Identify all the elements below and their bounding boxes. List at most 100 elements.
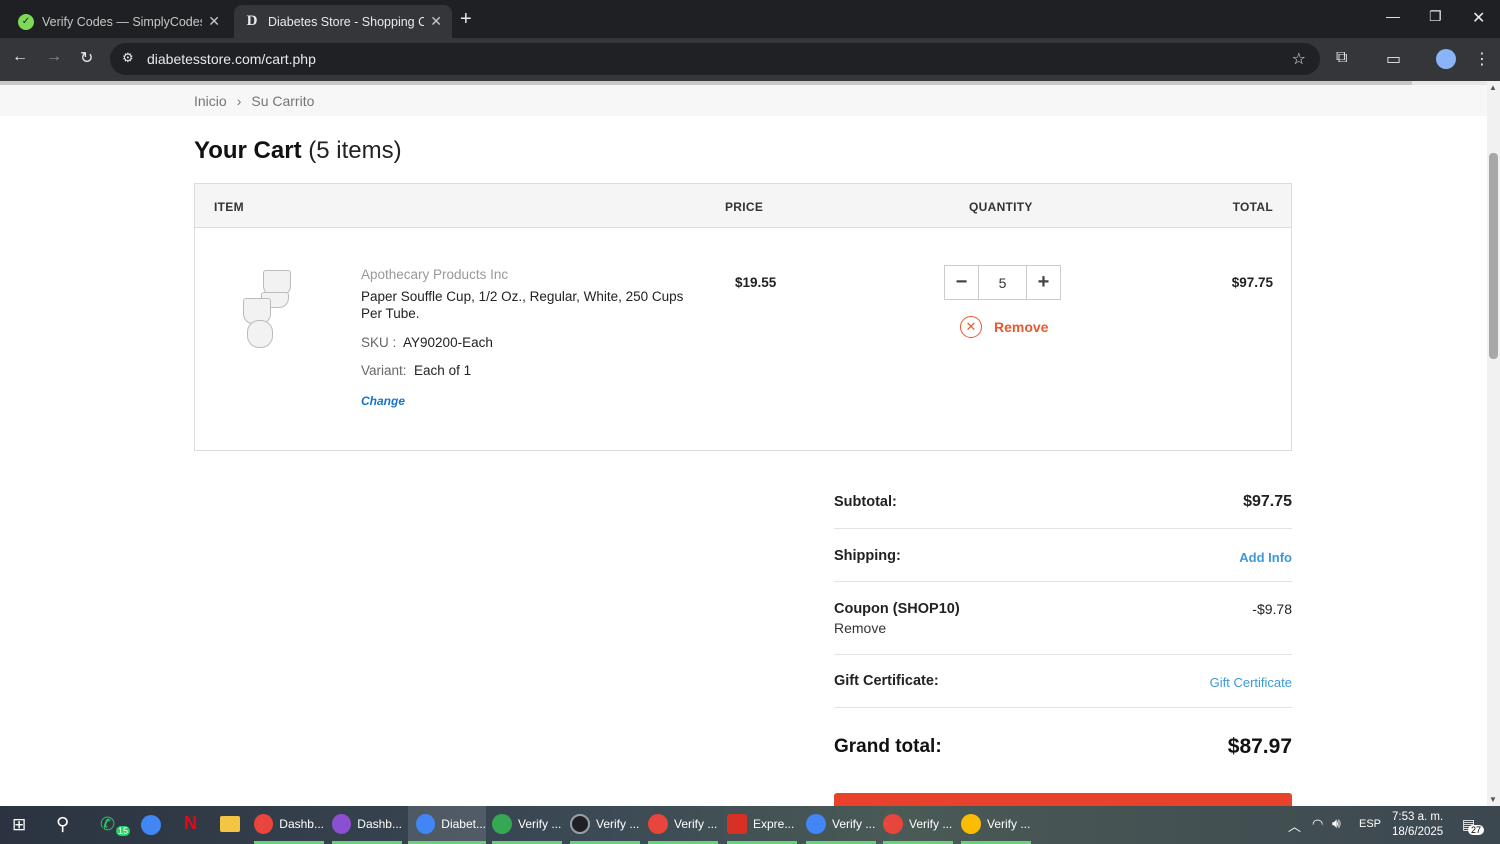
taskbar-item[interactable]: Verify ... [492,806,562,844]
shipping-row: Shipping: Add Info [834,529,1292,582]
taskbar-item[interactable]: Verify ... [648,806,718,844]
file-explorer-icon[interactable] [220,816,240,832]
restore-icon[interactable]: ❐ [1429,8,1442,25]
increase-quantity-button[interactable]: + [1027,266,1060,299]
variant-value: Each of 1 [414,363,472,378]
minimize-icon[interactable]: — [1386,8,1400,24]
column-header-quantity: QUANTITY [969,200,1033,214]
diabetes-store-favicon-icon: D [246,13,258,29]
sku-label: SKU : [361,335,397,350]
gift-certificate-link[interactable]: Gift Certificate [1210,675,1292,690]
page-scrollbar[interactable]: ▲ ▼ [1487,81,1500,806]
taskbar-item-label: Expre... [753,816,795,831]
scroll-up-arrow-icon[interactable]: ▲ [1489,83,1497,92]
media-cast-icon[interactable]: ▭ [1386,49,1401,69]
system-clock[interactable]: 7:53 a. m. 18/6/2025 [1392,810,1443,840]
tab-diabetes-store[interactable]: D Diabetes Store - Shopping Cart ✕ [234,5,452,38]
forward-icon[interactable]: → [46,48,62,66]
item-line-total: $97.75 [1231,275,1273,290]
taskbar-item-label: Verify ... [518,816,562,831]
remove-item-button[interactable]: ✕ Remove [960,316,1048,338]
quantity-input[interactable]: 5 [978,266,1027,299]
grand-total-value: $87.97 [1227,735,1292,758]
product-sku: SKU : AY90200-Each [361,335,493,350]
taskbar-item[interactable]: Verify ... [570,806,640,844]
menu-kebab-icon[interactable]: ⋮ [1474,49,1490,69]
breadcrumb: Inicio › Su Carrito [194,93,314,109]
remove-item-label: Remove [994,319,1049,335]
add-shipping-info-link[interactable]: Add Info [1239,550,1292,565]
breadcrumb-current: Su Carrito [251,93,315,109]
wifi-icon[interactable]: ◠ [1312,816,1323,832]
taskbar-item[interactable]: Expre... [727,806,797,844]
subtotal-value: $97.75 [1243,493,1292,510]
address-bar[interactable]: ⚙ diabetesstore.com/cart.php ☆ [110,43,1320,75]
taskbar-item-label: Verify ... [987,816,1031,831]
taskbar-item-label: Dashb... [279,816,324,831]
change-variant-link[interactable]: Change [361,394,405,408]
taskbar-item[interactable]: Verify ... [883,806,953,844]
notification-count-badge: 27 [1468,825,1485,835]
browser-tab-strip: ✓ Verify Codes — SimplyCodes ✕ D Diabete… [0,0,1500,38]
chrome-profile-icon [332,813,352,834]
remove-coupon-link[interactable]: Remove [834,620,886,636]
chevron-up-icon[interactable]: ︿ [1288,816,1301,835]
taskbar-item[interactable]: Verify ... [961,806,1031,844]
breadcrumb-home-link[interactable]: Inicio [194,93,227,109]
column-header-total: TOTAL [1232,200,1273,214]
checkout-button[interactable] [834,793,1292,806]
taskbar-item-active[interactable]: Diabet... [408,806,486,844]
close-tab-icon[interactable]: ✕ [208,13,220,30]
cup-shape [247,320,273,348]
scrollbar-thumb[interactable] [1489,153,1498,359]
tab-title: Verify Codes — SimplyCodes [42,14,203,29]
tab-title: Diabetes Store - Shopping Cart [268,14,425,29]
volume-icon[interactable]: 🔊︎ [1332,815,1341,832]
simplycodes-favicon-icon: ✓ [18,13,34,30]
whatsapp-icon[interactable]: ✆ [100,814,115,835]
cart-title-text: Your Cart [194,137,302,164]
gift-certificate-row: Gift Certificate: Gift Certificate [834,655,1292,708]
decrease-quantity-button[interactable]: − [945,266,978,299]
shipping-label: Shipping: [834,548,901,564]
product-image[interactable] [225,264,315,354]
taskbar-item[interactable]: Dashb... [332,806,402,844]
taskbar-item-label: Verify ... [832,816,876,831]
scroll-down-arrow-icon[interactable]: ▼ [1489,795,1497,804]
item-price: $19.55 [735,275,777,290]
site-info-icon[interactable]: ⚙ [122,50,134,66]
chrome-profile-icon [492,813,512,834]
tab-verify-codes[interactable]: ✓ Verify Codes — SimplyCodes ✕ [8,5,230,38]
breadcrumb-separator: › [236,93,242,109]
browser-toolbar: ← → ↻ ⚙ diabetesstore.com/cart.php ☆ ⧉ ▭… [0,38,1500,81]
product-name[interactable]: Paper Souffle Cup, 1/2 Oz., Regular, Whi… [361,288,701,322]
close-window-icon[interactable]: ✕ [1472,8,1485,28]
sku-value: AY90200-Each [403,335,493,350]
cart-item-count: (5 items) [308,137,402,164]
cart-table-header: ITEM PRICE QUANTITY TOTAL [195,184,1291,228]
reload-icon[interactable]: ↻ [80,48,93,68]
bookmark-star-icon[interactable]: ☆ [1292,49,1306,69]
taskbar-item[interactable]: Verify ... [806,806,876,844]
subtotal-label: Subtotal: [834,494,897,510]
clock-time: 7:53 a. m. [1392,811,1444,823]
windows-start-icon[interactable]: ⊞ [12,815,26,835]
chrome-profile-icon [806,813,826,834]
url-text[interactable]: diabetesstore.com/cart.php [147,51,316,67]
profile-avatar-icon[interactable] [1436,49,1456,69]
page-content: Inicio › Su Carrito Your Cart (5 items) IT… [0,81,1487,806]
whatsapp-badge: 15 [116,826,131,836]
close-tab-icon[interactable]: ✕ [430,13,442,30]
new-tab-icon[interactable]: + [460,8,472,31]
taskbar-item-label: Diabet... [441,816,486,831]
back-icon[interactable]: ← [12,48,28,66]
taskbar-item[interactable]: Dashb... [254,806,324,844]
search-icon[interactable]: ⚲ [56,814,69,835]
grand-total-label: Grand total: [834,736,942,757]
column-header-item: ITEM [214,200,244,214]
chrome-icon[interactable] [141,815,161,835]
language-indicator[interactable]: ESP [1359,818,1381,830]
netflix-icon[interactable]: N [184,813,197,834]
extensions-icon[interactable]: ⧉ [1336,49,1347,67]
chrome-profile-icon [648,813,668,834]
